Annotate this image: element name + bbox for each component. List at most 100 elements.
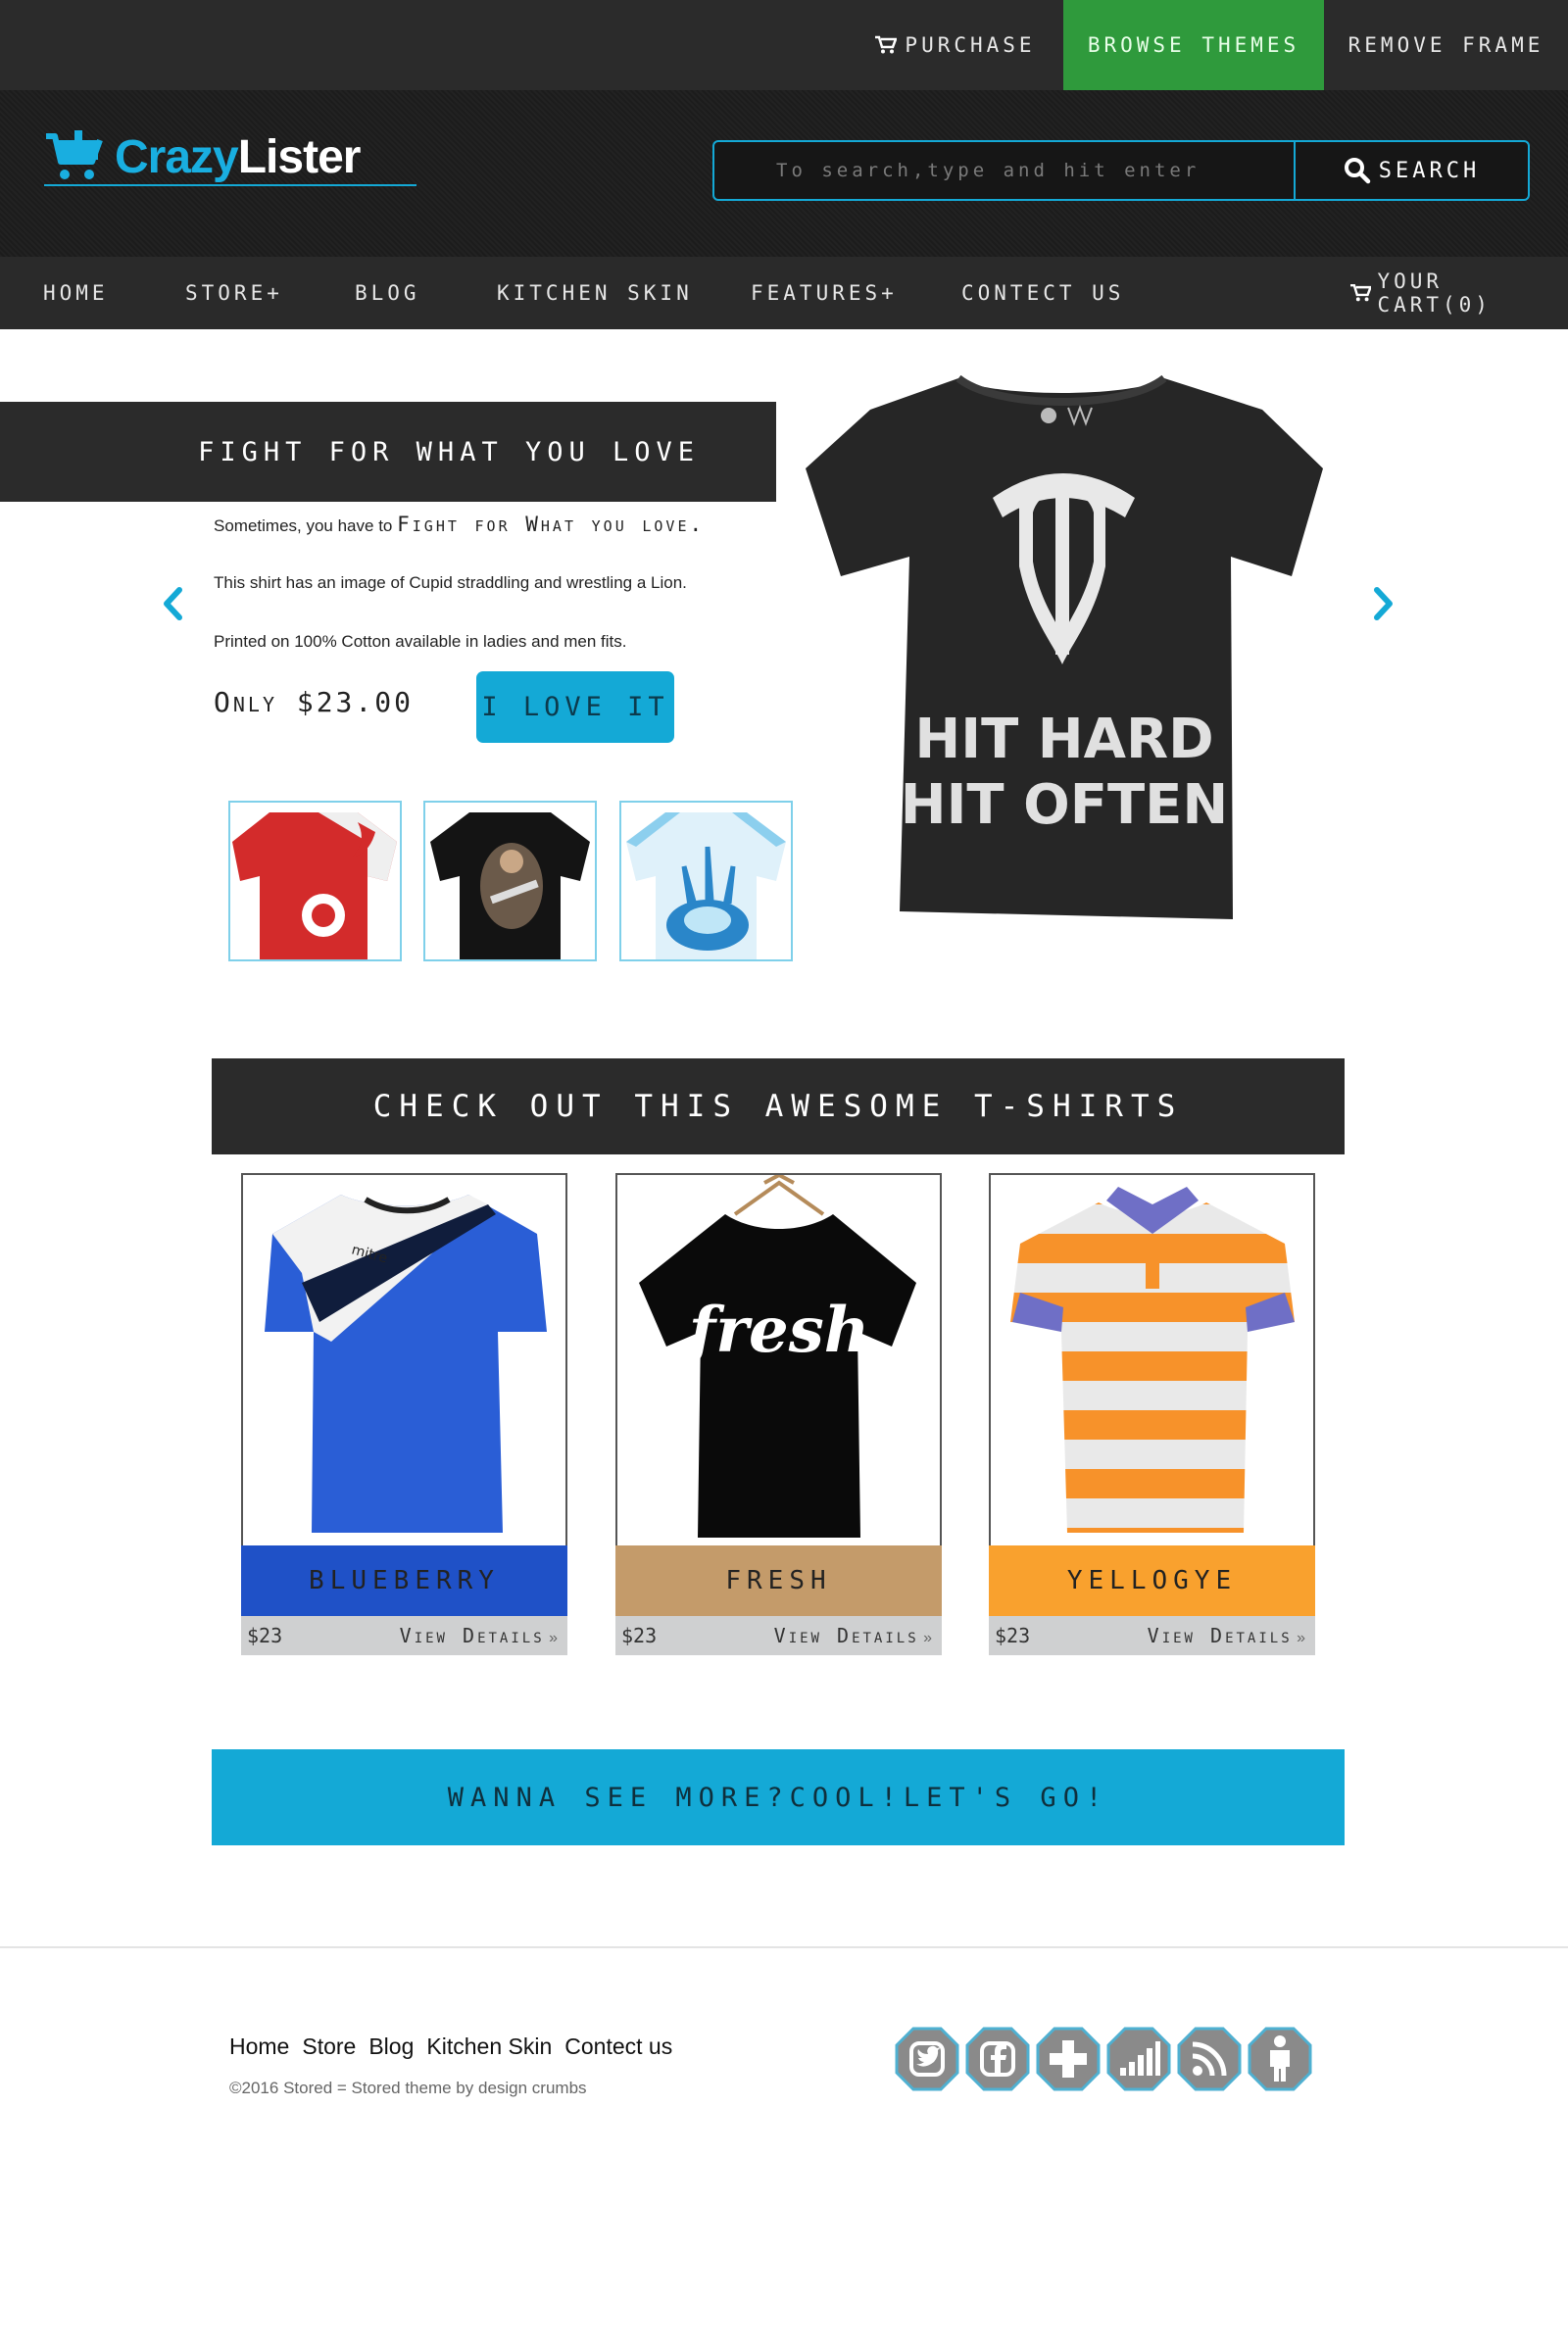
see-more-label: WANNA SEE MORE?COOL!LET'S GO!	[447, 1782, 1109, 1813]
search-bar: SEARCH	[712, 140, 1530, 201]
rss-icon[interactable]	[1177, 2027, 1242, 2091]
twitter-icon[interactable]	[895, 2027, 959, 2091]
footer-links: Home Store Blog Kitchen Skin Contect us	[229, 2034, 672, 2060]
nav-item-label: STORE+	[185, 281, 283, 305]
site-header: Crazy Lister SEARCH	[0, 90, 1568, 257]
product-card-blueberry[interactable]: mitre BLUEBERRY $23 View Details »	[241, 1173, 567, 1659]
product-image: mitre	[241, 1173, 567, 1545]
cart-icon	[1350, 283, 1372, 302]
view-details-label: View Details	[773, 1624, 919, 1647]
products-title-text: CHECK OUT THIS AWESOME T-SHIRTS	[372, 1089, 1184, 1124]
footer-link-blog[interactable]: Blog	[368, 2034, 414, 2060]
top-bar: PURCHASE BROWSE THEMES REMOVE FRAME	[0, 0, 1568, 90]
product-price: $23	[995, 1624, 1031, 1647]
facebook-icon[interactable]	[965, 2027, 1030, 2091]
i-love-it-label: I LOVE IT	[481, 692, 669, 722]
search-button[interactable]: SEARCH	[1296, 142, 1528, 199]
double-chevron-right-icon: »	[549, 1630, 558, 1646]
search-input[interactable]	[714, 142, 1296, 199]
search-button-label: SEARCH	[1378, 158, 1481, 183]
signal-icon[interactable]	[1106, 2027, 1171, 2091]
nav-item-label: FEATURES+	[751, 281, 898, 305]
product-info-bar: $23 View Details »	[989, 1616, 1315, 1655]
thumbnail-image	[626, 812, 786, 959]
nav-item-features[interactable]: FEATURES+	[751, 257, 898, 329]
browse-themes-button[interactable]: BROWSE THEMES	[1063, 0, 1324, 90]
purchase-label: PURCHASE	[905, 33, 1036, 57]
slider-next-arrow[interactable]	[1364, 584, 1403, 623]
hero-title-banner: FIGHT FOR WHAT YOU LOVE	[0, 402, 776, 502]
hero-line-1-prefix: Sometimes, you have to	[214, 516, 393, 535]
i-love-it-button[interactable]: I LOVE IT	[476, 671, 674, 743]
hero-title: FIGHT FOR WHAT YOU LOVE	[198, 436, 700, 467]
hero-line-3: Printed on 100% Cotton available in ladi…	[214, 632, 627, 651]
product-name-bar: YELLOGYE	[989, 1545, 1315, 1616]
view-details-link[interactable]: View Details »	[400, 1624, 558, 1647]
footer-link-contact-us[interactable]: Contect us	[564, 2034, 672, 2060]
plus-icon[interactable]	[1036, 2027, 1101, 2091]
thumbnail-red-lion-shirt[interactable]	[228, 801, 402, 961]
products-section-title: CHECK OUT THIS AWESOME T-SHIRTS	[212, 1058, 1345, 1154]
see-more-button[interactable]: WANNA SEE MORE?COOL!LET'S GO!	[212, 1749, 1345, 1845]
product-image: fresh	[615, 1173, 942, 1545]
browse-themes-label: BROWSE THEMES	[1087, 33, 1300, 57]
nav-item-label: HOME	[43, 281, 109, 305]
footer-divider	[0, 1946, 1568, 1948]
double-chevron-right-icon: »	[923, 1630, 932, 1646]
slider-prev-arrow[interactable]	[153, 584, 192, 623]
product-name-bar: BLUEBERRY	[241, 1545, 567, 1616]
nav-item-label: BLOG	[355, 281, 420, 305]
logo-text-crazy: Crazy	[115, 130, 239, 183]
cart-link[interactable]: YOUR CART(0)	[1350, 257, 1568, 329]
double-chevron-right-icon: »	[1297, 1630, 1305, 1646]
nav-item-kitchen-skin[interactable]: KITCHEN SKIN	[497, 257, 693, 329]
thumbnail-image	[232, 812, 397, 959]
product-price: $23	[247, 1624, 283, 1647]
nav-item-home[interactable]: HOME	[43, 257, 109, 329]
shirt-print-line-2: HIT OFTEN	[901, 773, 1229, 837]
hero-line-1: Sometimes, you have to Fight for What yo…	[214, 513, 705, 536]
fresh-shirt-image: fresh	[639, 1175, 916, 1538]
product-info-bar: $23 View Details »	[615, 1616, 942, 1655]
hero-line-1-fancy: Fight for What you love.	[397, 513, 706, 536]
nav-item-blog[interactable]: BLOG	[355, 257, 420, 329]
view-details-label: View Details	[1147, 1624, 1293, 1647]
thumbnail-image	[430, 812, 590, 959]
product-name-bar: FRESH	[615, 1545, 942, 1616]
nav-item-contact-us[interactable]: CONTECT US	[961, 257, 1124, 329]
copyright-text: ©2016 Stored = Stored theme by design cr…	[229, 2079, 587, 2097]
view-details-link[interactable]: View Details »	[774, 1624, 932, 1647]
nav-item-label: CONTECT US	[961, 281, 1125, 305]
person-icon[interactable]	[1248, 2027, 1312, 2091]
cart-icon	[875, 35, 898, 54]
thumbnail-water-splash-shirt[interactable]	[619, 801, 793, 961]
site-logo[interactable]: Crazy Lister	[44, 129, 416, 186]
hero-shirt-image: HIT HARD HIT OFTEN	[806, 374, 1323, 919]
product-info-bar: $23 View Details »	[241, 1616, 567, 1655]
purchase-button[interactable]: PURCHASE	[848, 0, 1063, 90]
shirt-print-fresh: fresh	[685, 1294, 870, 1367]
footer-link-home[interactable]: Home	[229, 2034, 289, 2060]
hero-line-2: This shirt has an image of Cupid straddl…	[214, 573, 687, 592]
main-nav: HOME STORE+ BLOG KITCHEN SKIN FEATURES+ …	[0, 257, 1568, 329]
cart-plus-icon	[46, 130, 103, 179]
view-details-link[interactable]: View Details »	[1148, 1624, 1305, 1647]
chevron-right-icon	[1374, 587, 1393, 620]
nav-item-store[interactable]: STORE+	[185, 257, 283, 329]
nav-item-label: KITCHEN SKIN	[497, 281, 693, 305]
footer-link-store[interactable]: Store	[302, 2034, 356, 2060]
product-name: FRESH	[725, 1566, 832, 1595]
footer-link-kitchen-skin[interactable]: Kitchen Skin	[426, 2034, 552, 2060]
product-card-yellogye[interactable]: YELLOGYE $23 View Details »	[989, 1173, 1315, 1659]
hero-price: Only $23.00	[214, 686, 414, 718]
cart-label: YOUR CART(0)	[1377, 270, 1492, 317]
logo-text-lister: Lister	[237, 130, 362, 183]
remove-frame-label: REMOVE FRAME	[1348, 33, 1544, 57]
blue-shirt-image: mitre	[265, 1195, 547, 1533]
product-card-fresh[interactable]: fresh FRESH $23 View Details »	[615, 1173, 942, 1659]
view-details-label: View Details	[399, 1624, 545, 1647]
remove-frame-button[interactable]: REMOVE FRAME	[1324, 0, 1568, 90]
search-icon	[1344, 158, 1370, 184]
chevron-left-icon	[164, 587, 182, 620]
thumbnail-black-guitar-shirt[interactable]	[423, 801, 597, 961]
